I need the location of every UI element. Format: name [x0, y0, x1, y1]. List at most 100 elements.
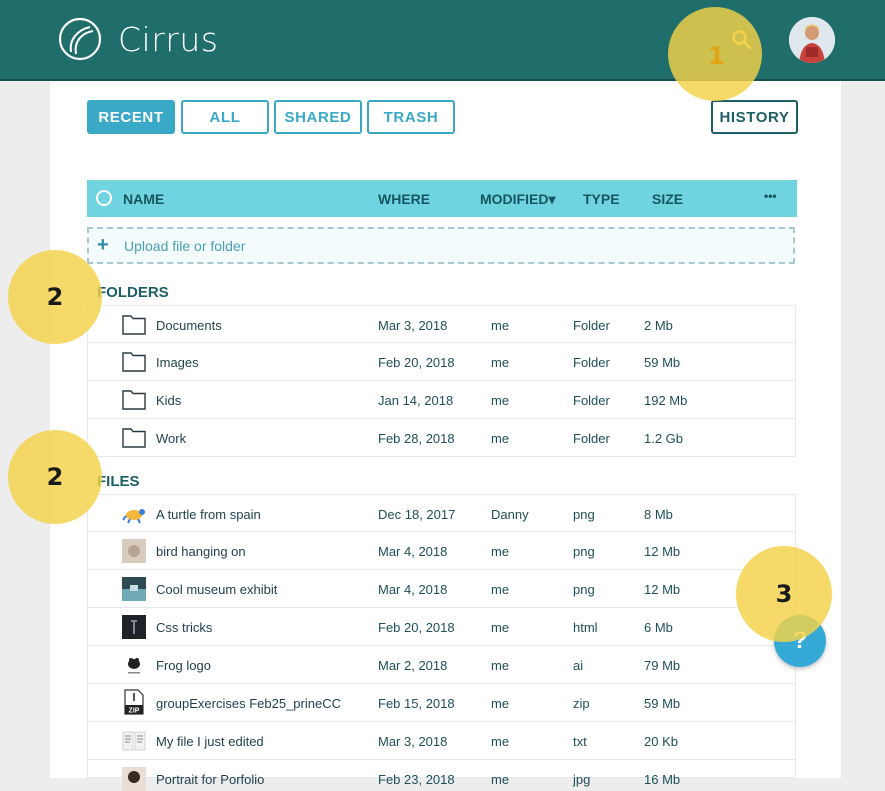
folder-date: Jan 14, 2018: [378, 393, 454, 408]
folder-row[interactable]: Images Feb 20, 2018 me Folder 59 Mb: [87, 343, 796, 381]
bird-thumbnail-icon: [122, 539, 146, 563]
file-size: 8 Mb: [644, 507, 673, 522]
file-name: Frog logo: [156, 658, 211, 673]
turtle-thumbnail-icon: [122, 509, 145, 524]
file-date: Feb 20, 2018: [378, 620, 455, 635]
folder-name: Documents: [156, 318, 222, 333]
folder-type: Folder: [573, 393, 610, 408]
annotation-marker-2: 2: [8, 250, 102, 344]
file-size: 59 Mb: [644, 696, 681, 711]
document-thumbnail-icon: [122, 731, 146, 751]
file-owner: me: [491, 734, 510, 749]
folder-owner: me: [491, 393, 510, 408]
column-where[interactable]: WHERE: [378, 191, 430, 207]
annotation-marker-3: 3: [736, 546, 832, 642]
folder-date: Mar 3, 2018: [378, 318, 448, 333]
folder-date: Feb 28, 2018: [378, 431, 455, 446]
files-heading: FILES: [97, 473, 140, 490]
portrait-thumbnail-icon: [122, 767, 146, 791]
folder-owner: me: [491, 431, 510, 446]
folders-heading: FOLDERS: [97, 284, 169, 301]
folder-name: Kids: [156, 393, 182, 408]
file-name: Portrait for Porfolio: [156, 772, 265, 787]
file-date: Feb 15, 2018: [378, 696, 455, 711]
column-modified[interactable]: MODIFIED▾: [480, 191, 555, 208]
cirrus-logo-icon: [58, 17, 102, 61]
app-name: Cirrus: [118, 20, 219, 59]
file-name: Css tricks: [156, 620, 213, 635]
folder-date: Feb 20, 2018: [378, 355, 455, 370]
folder-row[interactable]: Work Feb 28, 2018 me Folder 1.2 Gb: [87, 419, 796, 457]
file-name: My file I just edited: [156, 734, 264, 749]
folder-icon: [122, 390, 146, 410]
file-owner: me: [491, 658, 510, 673]
annotation-marker-1: 1: [668, 7, 762, 101]
folder-size: 2 Mb: [644, 318, 673, 333]
file-size: 12 Mb: [644, 582, 681, 597]
file-row[interactable]: Cool museum exhibit Mar 4, 2018 me png 1…: [87, 570, 796, 608]
file-row[interactable]: ZIP groupExercises Feb25_prineCC Feb 15,…: [87, 684, 796, 722]
file-row[interactable]: A turtle from spain Dec 18, 2017 Danny p…: [87, 494, 796, 532]
folder-icon: [122, 428, 146, 448]
file-size: 79 Mb: [644, 658, 681, 673]
file-type: png: [573, 544, 595, 559]
file-date: Mar 4, 2018: [378, 582, 448, 597]
select-all-radio[interactable]: [96, 190, 112, 206]
tab-trash[interactable]: TRASH: [367, 100, 455, 134]
file-type: zip: [573, 696, 590, 711]
column-name[interactable]: NAME: [123, 191, 164, 207]
file-owner: Danny: [491, 507, 529, 522]
file-size: 6 Mb: [644, 620, 673, 635]
file-date: Mar 2, 2018: [378, 658, 448, 673]
file-name: A turtle from spain: [156, 507, 261, 522]
folder-owner: me: [491, 318, 510, 333]
file-name: bird hanging on: [156, 544, 246, 559]
file-owner: me: [491, 582, 510, 597]
file-date: Mar 4, 2018: [378, 544, 448, 559]
upload-dropzone[interactable]: + Upload file or folder: [87, 227, 795, 264]
file-type: ai: [573, 658, 584, 673]
file-row[interactable]: Portrait for Porfolio Feb 23, 2018 me jp…: [87, 760, 796, 791]
upload-label: Upload file or folder: [124, 238, 246, 254]
folder-type: Folder: [573, 431, 610, 446]
folder-size: 1.2 Gb: [644, 431, 684, 446]
frog-thumbnail-icon: [122, 653, 146, 677]
file-row[interactable]: Css tricks Feb 20, 2018 me html 6 Mb: [87, 608, 796, 646]
file-owner: me: [491, 696, 510, 711]
column-type[interactable]: TYPE: [583, 191, 620, 207]
svg-text:ZIP: ZIP: [129, 708, 140, 715]
tab-recent[interactable]: RECENT: [87, 100, 175, 134]
file-date: Dec 18, 2017: [378, 507, 456, 522]
folder-type: Folder: [573, 355, 610, 370]
file-date: Feb 23, 2018: [378, 772, 455, 787]
file-type: jpg: [573, 772, 591, 787]
file-row[interactable]: My file I just edited Mar 3, 2018 me txt…: [87, 722, 796, 760]
file-size: 20 Kb: [644, 734, 678, 749]
folder-row[interactable]: Documents Mar 3, 2018 me Folder 2 Mb: [87, 305, 796, 343]
file-type: html: [573, 620, 598, 635]
folder-name: Work: [156, 431, 187, 446]
folder-row[interactable]: Kids Jan 14, 2018 me Folder 192 Mb: [87, 381, 796, 419]
avatar-photo-icon: [789, 17, 835, 63]
file-row[interactable]: bird hanging on Mar 4, 2018 me png 12 Mb: [87, 532, 796, 570]
folder-size: 192 Mb: [644, 393, 688, 408]
folder-owner: me: [491, 355, 510, 370]
tab-all[interactable]: ALL: [181, 100, 269, 134]
history-button[interactable]: HISTORY: [711, 100, 798, 134]
file-size: 16 Mb: [644, 772, 681, 787]
file-owner: me: [491, 772, 510, 787]
column-size[interactable]: SIZE: [652, 191, 683, 207]
more-options-icon[interactable]: •••: [764, 189, 777, 203]
file-row[interactable]: Frog logo Mar 2, 2018 me ai 79 Mb: [87, 646, 796, 684]
zip-file-icon: ZIP: [124, 689, 144, 715]
file-date: Mar 3, 2018: [378, 734, 448, 749]
plus-icon: +: [97, 234, 109, 256]
file-name: Cool museum exhibit: [156, 582, 278, 597]
tab-shared[interactable]: SHARED: [274, 100, 362, 134]
folder-type: Folder: [573, 318, 610, 333]
file-owner: me: [491, 620, 510, 635]
file-size: 12 Mb: [644, 544, 681, 559]
file-type: png: [573, 582, 595, 597]
user-avatar[interactable]: [789, 17, 835, 63]
file-owner: me: [491, 544, 510, 559]
